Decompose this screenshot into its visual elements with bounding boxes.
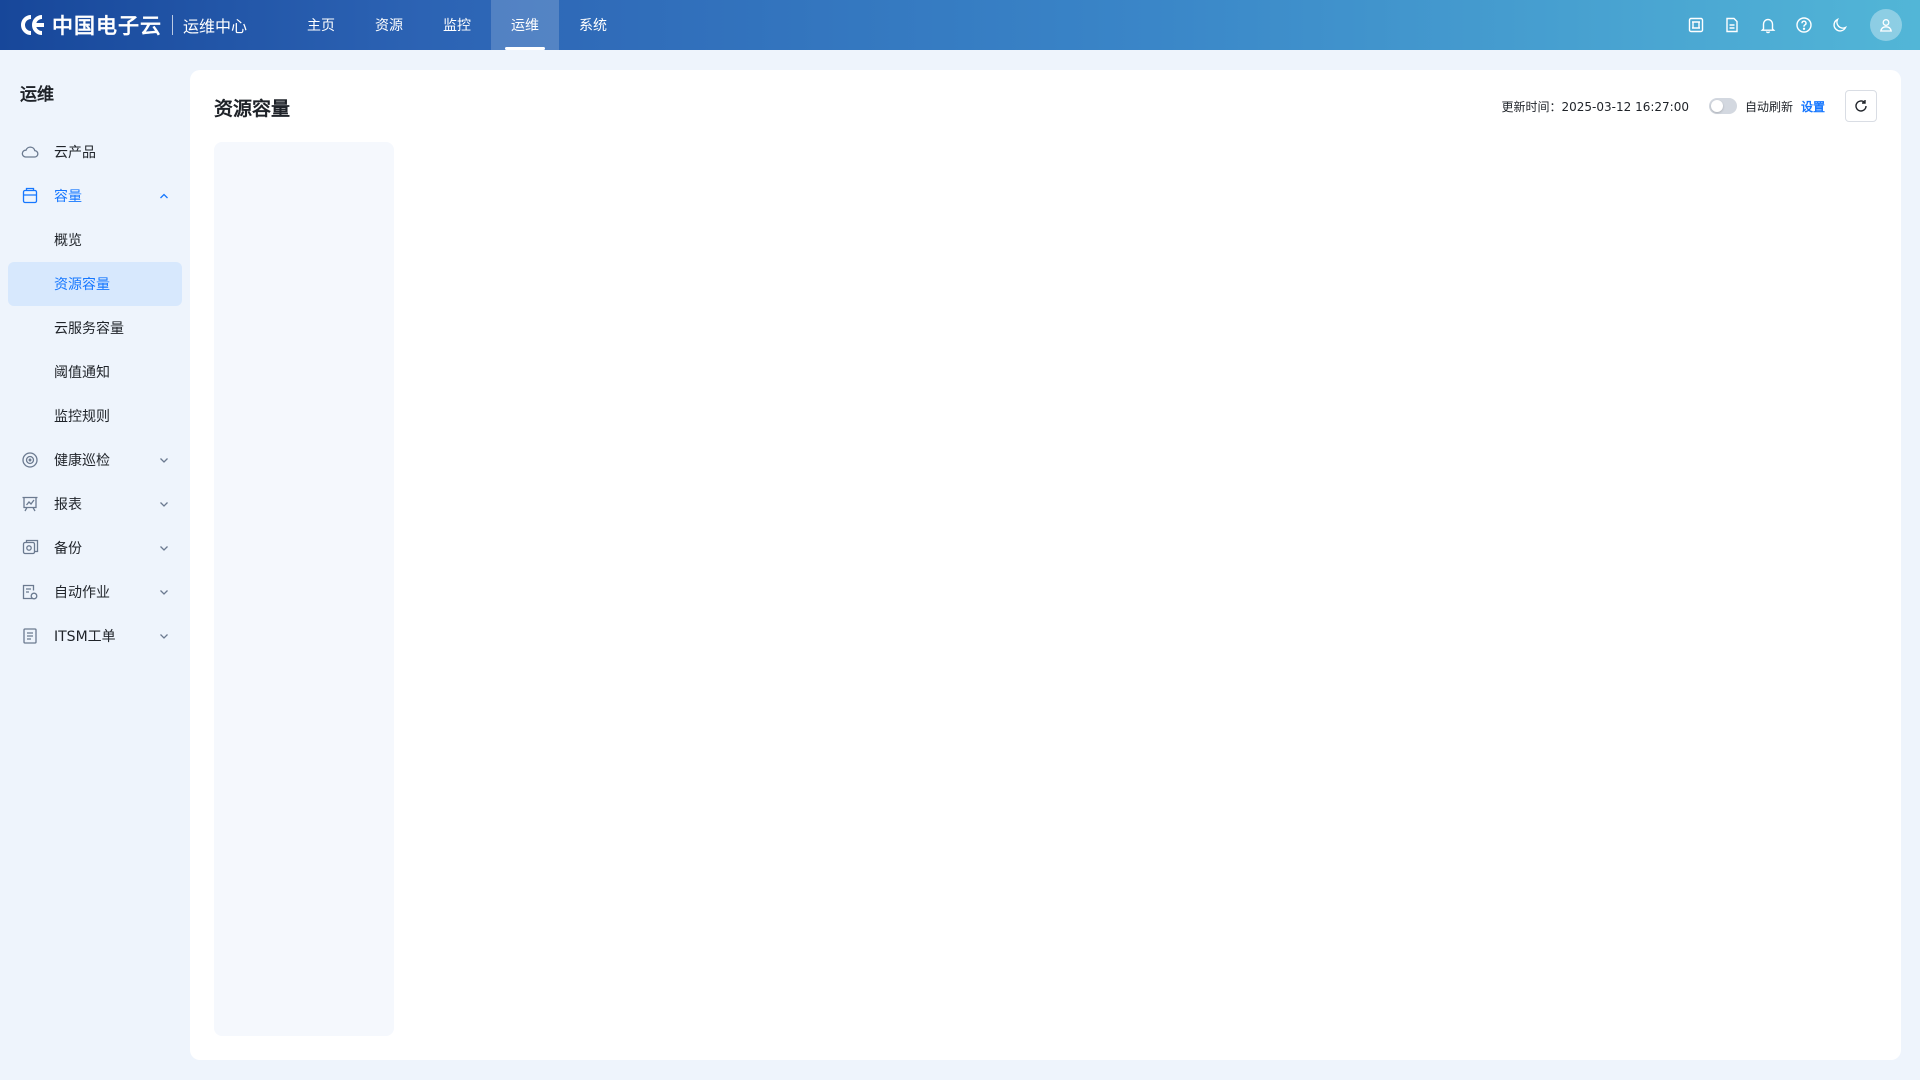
auto-job-icon bbox=[20, 582, 40, 602]
cloud-icon bbox=[20, 142, 40, 162]
main-panel: 资源容量 更新时间：2025-03-12 16:27:00 自动刷新 设置 bbox=[190, 70, 1901, 1060]
page-toolbar: 更新时间：2025-03-12 16:27:00 自动刷新 设置 bbox=[1502, 90, 1877, 122]
brand-name: 中国电子云 bbox=[52, 14, 162, 38]
top-navbar: 中国电子云 运维中心 主页 资源 监控 运维 系统 bbox=[0, 0, 1920, 50]
sidebar-item-label: 云产品 bbox=[54, 145, 96, 161]
main-nav: 主页 资源 监控 运维 系统 bbox=[287, 0, 627, 50]
sidebar-item-cloud-products[interactable]: 云产品 bbox=[8, 130, 182, 174]
cec-logo-icon bbox=[20, 14, 48, 36]
resource-tree-panel bbox=[214, 142, 394, 1036]
sidebar-subitem-threshold-notice[interactable]: 阈值通知 bbox=[8, 350, 182, 394]
sidebar-subitem-cloud-service-capacity[interactable]: 云服务容量 bbox=[8, 306, 182, 350]
sidebar-item-health-check[interactable]: 健康巡检 bbox=[8, 438, 182, 482]
refresh-icon bbox=[1855, 100, 1867, 112]
sidebar-subitem-label: 资源容量 bbox=[54, 277, 110, 293]
nav-home[interactable]: 主页 bbox=[287, 0, 355, 50]
sidebar-item-auto-job[interactable]: 自动作业 bbox=[8, 570, 182, 614]
bell-icon[interactable] bbox=[1750, 7, 1786, 43]
sidebar-item-label: 报表 bbox=[54, 497, 82, 513]
user-avatar-icon[interactable] bbox=[1870, 9, 1902, 41]
sidebar-item-label: 自动作业 bbox=[54, 585, 110, 601]
sidebar-item-backup[interactable]: 备份 bbox=[8, 526, 182, 570]
help-icon[interactable] bbox=[1786, 7, 1822, 43]
sidebar-subitem-monitor-rules[interactable]: 监控规则 bbox=[8, 394, 182, 438]
screen-icon[interactable] bbox=[1678, 7, 1714, 43]
report-icon bbox=[20, 494, 40, 514]
chevron-up-icon bbox=[158, 190, 170, 202]
page-title: 资源容量 bbox=[214, 98, 291, 120]
nav-resources[interactable]: 资源 bbox=[355, 0, 423, 50]
auto-refresh-toggle[interactable] bbox=[1708, 98, 1737, 114]
sidebar-title: 运维 bbox=[20, 85, 54, 105]
nav-monitoring[interactable]: 监控 bbox=[423, 0, 491, 50]
sidebar-subitem-label: 云服务容量 bbox=[54, 321, 124, 337]
auto-refresh-label: 自动刷新 bbox=[1744, 99, 1793, 114]
nav-system[interactable]: 系统 bbox=[559, 0, 627, 50]
chevron-down-icon bbox=[158, 586, 170, 598]
capacity-icon bbox=[20, 186, 40, 206]
nav-monitoring-label: 监控 bbox=[443, 18, 472, 34]
app-subtitle: 运维中心 bbox=[183, 17, 248, 36]
document-icon[interactable] bbox=[1714, 7, 1750, 43]
sidebar-item-label: 容量 bbox=[54, 189, 82, 205]
nav-operations[interactable]: 运维 bbox=[491, 0, 560, 50]
backup-icon bbox=[20, 538, 40, 558]
chevron-down-icon bbox=[158, 542, 170, 554]
update-time-label: 更新时间：2025-03-12 16:27:00 bbox=[1501, 99, 1689, 114]
sidebar-subitem-label: 阈值通知 bbox=[54, 365, 110, 381]
health-check-icon bbox=[20, 450, 40, 470]
sidebar: 运维 云产品 容量 概览 资源容量 云服务容量 阈值通知 监控规则 健康巡检 报… bbox=[0, 50, 190, 1080]
sidebar-item-reports[interactable]: 报表 bbox=[8, 482, 182, 526]
sidebar-item-label: 备份 bbox=[54, 541, 82, 557]
moon-icon[interactable] bbox=[1822, 7, 1858, 43]
nav-resources-label: 资源 bbox=[375, 18, 404, 34]
chevron-down-icon bbox=[158, 454, 170, 466]
chevron-down-icon bbox=[158, 498, 170, 510]
sidebar-subitem-overview[interactable]: 概览 bbox=[8, 218, 182, 262]
sidebar-item-label: ITSM工单 bbox=[54, 629, 116, 645]
sidebar-item-capacity[interactable]: 容量 bbox=[8, 174, 182, 218]
sidebar-item-itsm-ticket[interactable]: ITSM工单 bbox=[8, 614, 182, 658]
header-actions bbox=[1678, 0, 1902, 50]
sidebar-subitem-resource-capacity[interactable]: 资源容量 bbox=[8, 262, 182, 306]
sidebar-item-label: 健康巡检 bbox=[54, 453, 110, 469]
nav-system-label: 系统 bbox=[579, 18, 608, 34]
settings-link[interactable]: 设置 bbox=[1801, 98, 1825, 115]
nav-home-label: 主页 bbox=[307, 18, 336, 34]
refresh-button[interactable] bbox=[1845, 90, 1877, 122]
nav-operations-label: 运维 bbox=[511, 18, 540, 34]
sidebar-subitem-label: 监控规则 bbox=[54, 409, 110, 425]
chevron-down-icon bbox=[158, 630, 170, 642]
sidebar-subitem-label: 概览 bbox=[54, 233, 82, 249]
ticket-icon bbox=[20, 626, 40, 646]
brand-logo[interactable]: 中国电子云 运维中心 bbox=[0, 0, 247, 50]
brand-divider bbox=[172, 15, 173, 35]
